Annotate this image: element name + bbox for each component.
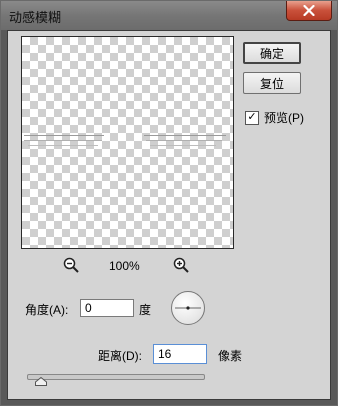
zoom-in-icon[interactable] xyxy=(173,257,189,273)
distance-slider-track[interactable] xyxy=(27,374,205,380)
angle-label: 角度(A): xyxy=(25,303,69,317)
angle-dial[interactable] xyxy=(171,291,205,325)
distance-input[interactable]: 16 xyxy=(153,344,207,364)
reset-button[interactable]: 复位 xyxy=(243,72,301,94)
preview-checkbox[interactable]: ✓ xyxy=(245,110,259,125)
slider-thumb-icon[interactable] xyxy=(35,377,48,386)
preview-canvas[interactable] xyxy=(21,36,234,249)
ok-button[interactable]: 确定 xyxy=(243,42,301,64)
zoom-controls: 100% xyxy=(63,257,193,275)
dialog-body: 确定 复位 ✓ 预览(P) 100% 角度(A): 0 度 距离(D): 16 … xyxy=(7,30,331,400)
close-button[interactable] xyxy=(286,1,332,21)
zoom-out-icon[interactable] xyxy=(63,257,79,273)
close-icon xyxy=(303,5,315,16)
title-bar[interactable]: 动感模糊 xyxy=(1,1,337,30)
distance-label: 距离(D): xyxy=(98,349,142,363)
motion-blur-dialog: 动感模糊 确定 复位 ✓ 预览(P) 100% 角度(A): 0 度 距离(D)… xyxy=(0,0,338,406)
zoom-level: 100% xyxy=(109,259,140,273)
angle-unit: 度 xyxy=(139,303,152,317)
angle-input[interactable]: 0 xyxy=(80,299,134,317)
distance-unit: 像素 xyxy=(218,349,243,363)
angle-indicator-icon xyxy=(175,306,201,310)
preview-toggle[interactable]: ✓ 预览(P) xyxy=(245,109,304,126)
preview-label: 预览(P) xyxy=(264,111,304,125)
window-title: 动感模糊 xyxy=(9,10,62,25)
